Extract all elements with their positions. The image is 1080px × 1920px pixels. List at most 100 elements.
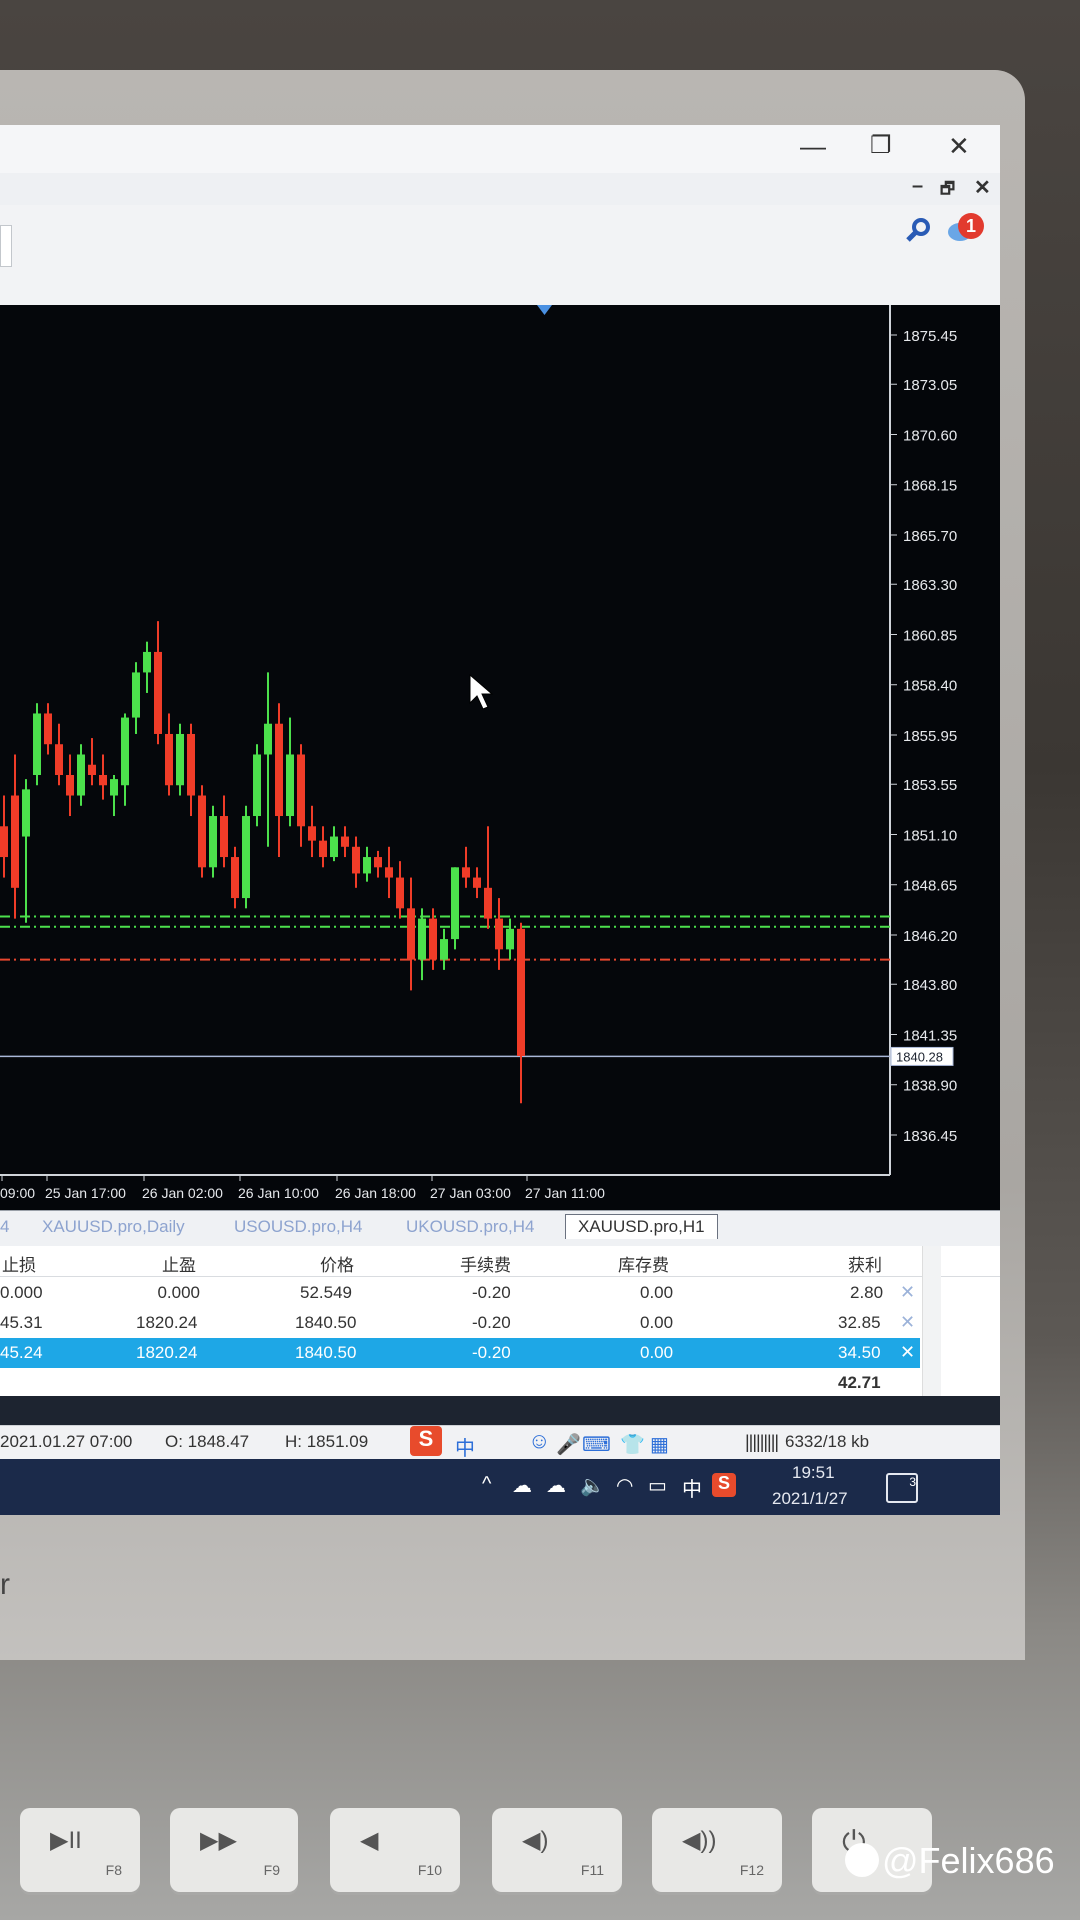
sogou-ime-icon[interactable]: S	[410, 1426, 442, 1456]
key-f10[interactable]: ◀ F10	[330, 1808, 460, 1892]
chart-window-controls: – 🗗 ✕	[0, 173, 1000, 206]
key-f11[interactable]: ◀) F11	[492, 1808, 622, 1892]
cell-commission: -0.20	[472, 1313, 511, 1332]
candle-body	[374, 857, 382, 868]
tab-usousd-h4[interactable]: USOUSD.pro,H4	[234, 1217, 362, 1237]
tab-ukousd-h4[interactable]: UKOUSD.pro,H4	[406, 1217, 534, 1237]
microphone-icon[interactable]: 🎤	[556, 1432, 581, 1457]
cell-commission: -0.20	[472, 1343, 511, 1362]
fast-forward-icon: ▶▶	[200, 1827, 237, 1854]
table-row[interactable]: 0.000 0.000 52.549 -0.20 0.00 2.80 ✕	[0, 1278, 1000, 1308]
sogou-tray-icon[interactable]: S	[712, 1473, 736, 1497]
table-header: 止损 止盈 价格 手续费 库存费 获利	[0, 1246, 1000, 1277]
play-pause-icon: ▶II	[50, 1827, 82, 1854]
plot-area	[0, 305, 890, 1175]
key-label: F10	[417, 1862, 442, 1878]
candle-body	[44, 713, 52, 745]
candle-body	[451, 867, 459, 940]
search-icon[interactable]	[905, 217, 931, 251]
table-row[interactable]: 45.31 1820.24 1840.50 -0.20 0.00 32.85 ✕	[0, 1308, 1000, 1338]
price-tick-label: 1838.90	[903, 1078, 957, 1095]
time-tick-label: 26 Jan 10:00	[238, 1185, 319, 1201]
close-position-icon[interactable]: ✕	[900, 1312, 915, 1333]
col-take-profit[interactable]: 止盈	[162, 1251, 196, 1276]
key-label: F8	[105, 1862, 122, 1878]
emoji-icon[interactable]: ☺	[528, 1428, 550, 1454]
notification-badge: 1	[958, 213, 984, 239]
candle-body	[220, 816, 228, 858]
col-commission[interactable]: 手续费	[460, 1251, 511, 1276]
key-f9[interactable]: ▶▶ F9	[170, 1808, 298, 1892]
price-tick-label: 1841.35	[903, 1027, 957, 1044]
candle-body	[77, 754, 85, 796]
candle-body	[88, 764, 96, 775]
price-tick-label: 1855.95	[903, 728, 957, 745]
ime-language[interactable]: 中	[455, 1432, 475, 1461]
table-total-row: 42.71	[0, 1368, 1000, 1398]
candle-body	[319, 840, 327, 858]
price-tick-label: 1865.70	[903, 528, 957, 545]
price-tick-label: 1846.20	[903, 928, 957, 945]
candle-body	[418, 918, 426, 960]
trade-table: 止损 止盈 价格 手续费 库存费 获利 0.000 0.000 52.549 -…	[0, 1246, 1000, 1396]
wechat-icon[interactable]: ☁	[512, 1473, 532, 1498]
key-f12[interactable]: ◀)) F12	[652, 1808, 782, 1892]
candle-body	[495, 918, 503, 950]
time-tick-label: 09:00	[0, 1185, 35, 1201]
col-price[interactable]: 价格	[320, 1251, 354, 1276]
toolbar-input[interactable]	[0, 225, 12, 267]
price-tick-label: 1870.60	[903, 427, 957, 444]
status-time: 2021.01.27 07:00	[0, 1432, 133, 1451]
chart-close-button[interactable]: ✕	[974, 175, 991, 200]
time-tick-label: 26 Jan 18:00	[335, 1185, 416, 1201]
candle-body	[55, 744, 63, 775]
candle-body	[484, 887, 492, 919]
keyboard-icon[interactable]: ⌨	[582, 1432, 611, 1457]
price-tick-label: 1875.45	[903, 328, 957, 345]
key-f8[interactable]: ▶II F8	[20, 1808, 140, 1892]
taskbar-ime[interactable]: 中	[682, 1473, 702, 1502]
window-close-button[interactable]: ✕	[948, 131, 970, 162]
chart-restore-button[interactable]: 🗗	[940, 178, 955, 205]
clock-time[interactable]: 19:51	[792, 1463, 835, 1483]
notification-button[interactable]: 1	[948, 213, 984, 247]
cell-price: 1840.50	[295, 1343, 357, 1362]
watermark: @Felix686	[882, 1840, 1055, 1881]
candle-body	[308, 826, 316, 841]
col-swap[interactable]: 库存费	[618, 1251, 669, 1276]
cell-tp: 1820.24	[136, 1343, 198, 1362]
tab-xauusd-h1[interactable]: XAUUSD.pro,H1	[565, 1214, 718, 1239]
clock-date[interactable]: 2021/1/27	[772, 1489, 848, 1509]
window-maximize-button[interactable]: ❐	[870, 131, 892, 160]
candle-body	[363, 857, 371, 874]
battery-icon[interactable]: ▭	[648, 1473, 667, 1498]
volume-up-icon: ◀))	[682, 1827, 717, 1854]
action-center-icon[interactable]: 3	[886, 1473, 918, 1503]
candle-body	[66, 775, 74, 796]
candle-body	[330, 836, 338, 858]
volume-icon[interactable]: 🔈	[580, 1473, 605, 1498]
table-row-selected[interactable]: 45.24 1820.24 1840.50 -0.20 0.00 34.50 ✕	[0, 1338, 920, 1368]
skin-icon[interactable]: 👕	[620, 1432, 645, 1457]
show-hidden-icons[interactable]: ^	[482, 1473, 491, 1496]
col-profit[interactable]: 获利	[848, 1251, 882, 1276]
candle-body	[132, 672, 140, 718]
candle-body	[110, 779, 118, 796]
window-minimize-button[interactable]: —	[800, 131, 826, 162]
price-tick-label: 1853.55	[903, 777, 957, 794]
table-scrollbar[interactable]	[922, 1246, 941, 1396]
tab-partial[interactable]: 4	[0, 1217, 9, 1237]
key-label: F9	[263, 1862, 280, 1878]
tab-xauusd-daily[interactable]: XAUUSD.pro,Daily	[42, 1217, 185, 1237]
wechat-work-icon[interactable]: ☁	[546, 1473, 566, 1498]
bezel-brand-letter: r	[0, 1568, 10, 1601]
toolbox-icon[interactable]: ▦	[650, 1432, 669, 1457]
col-stop-loss[interactable]: 止损	[2, 1251, 36, 1276]
price-chart[interactable]: 1840.28 1875.45 1873.05 1870.60 1868.15 1865…	[0, 305, 1000, 1210]
chart-minimize-button[interactable]: –	[912, 175, 923, 198]
close-position-icon[interactable]: ✕	[900, 1282, 915, 1303]
candle-body	[33, 713, 41, 775]
close-position-icon[interactable]: ✕	[900, 1342, 915, 1363]
wifi-icon[interactable]: ◠	[616, 1473, 633, 1498]
candle-body	[242, 816, 250, 899]
